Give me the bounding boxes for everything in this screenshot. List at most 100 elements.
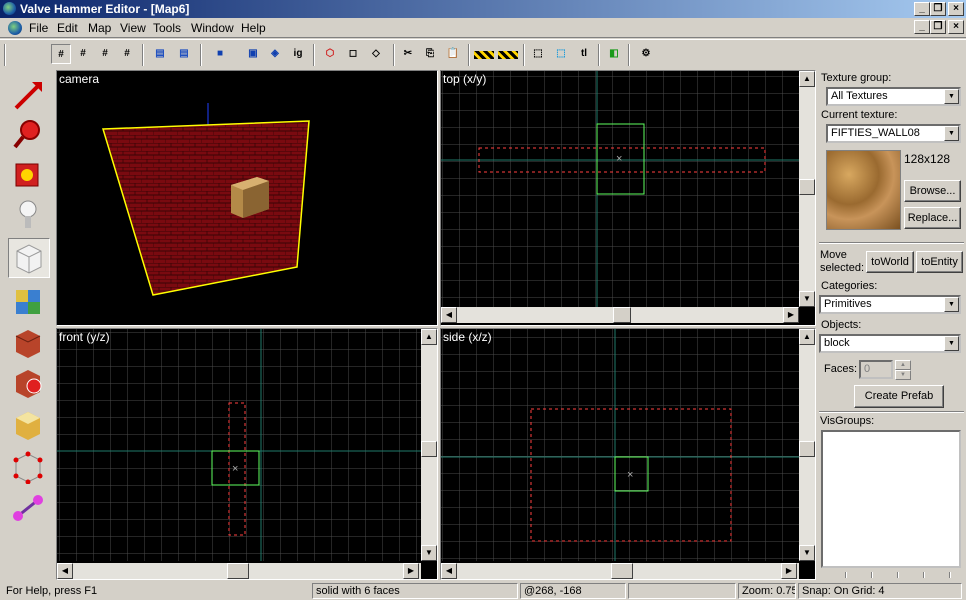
make-hollow-icon[interactable]: ◻ [343, 44, 363, 64]
faces-input[interactable]: 0 [859, 360, 893, 379]
clipping-tool-icon[interactable] [8, 404, 50, 444]
status-coordinates: @268, -168 [520, 583, 626, 599]
create-prefab-button[interactable]: Create Prefab [854, 385, 944, 408]
status-bar: For Help, press F1 solid with 6 faces @2… [0, 582, 966, 600]
front-viewport[interactable]: × front (y/z) ▲ ▼ ◀ ▶ [56, 328, 438, 580]
chevron-down-icon: ▼ [944, 297, 959, 312]
path-tool-icon[interactable] [8, 488, 50, 528]
carve-icon[interactable]: ⬡ [320, 44, 340, 64]
cut-icon[interactable]: ✂ [398, 44, 418, 64]
texture-size: 128x128 [904, 152, 951, 166]
faces-spin-up-icon[interactable]: ▲ [895, 360, 911, 370]
menu-map[interactable]: Map [88, 21, 111, 35]
side-viewport[interactable]: × side (x/z) ▲ ▼ ◀ ▶ [440, 328, 816, 580]
texture-scale-lock-icon[interactable] [498, 51, 518, 59]
ungroup-icon[interactable]: ▤ [174, 44, 194, 64]
current-texture-select[interactable]: FIFTIES_WALL08 ▼ [826, 124, 961, 143]
texture-group-select[interactable]: All Textures ▼ [826, 87, 961, 106]
camera-viewport[interactable]: camera [56, 70, 438, 326]
minimize-button[interactable]: _ [914, 2, 930, 16]
to-world-button[interactable]: toWorld [866, 251, 914, 273]
smaller-grid-icon[interactable]: # [95, 44, 115, 64]
grid-toggle-icon[interactable]: # [51, 44, 71, 64]
menu-view[interactable]: View [120, 21, 146, 35]
wireframe-box-icon[interactable]: ◇ [366, 44, 386, 64]
objects-label: Objects: [821, 319, 862, 331]
side-grid: × [441, 329, 799, 561]
block-tool-icon[interactable] [8, 238, 50, 278]
menu-window[interactable]: Window [191, 21, 234, 35]
menu-file[interactable]: File [29, 21, 48, 35]
selection-mode-icon[interactable]: ⬚ [551, 44, 571, 64]
copy-icon[interactable]: ⎘ [420, 44, 440, 64]
move-selected-label-line2: selected: [820, 262, 865, 274]
categories-label: Categories: [821, 280, 878, 292]
larger-grid-icon[interactable]: # [117, 44, 137, 64]
window-title: Valve Hammer Editor - [Map6] [20, 2, 190, 16]
svg-text:×: × [232, 463, 238, 475]
svg-text:×: × [616, 153, 622, 165]
group-icon[interactable]: ▤ [150, 44, 170, 64]
maximize-button[interactable]: ❐ [930, 2, 946, 16]
unhide-all-icon[interactable]: ◈ [265, 44, 285, 64]
mdi-minimize-button[interactable]: _ [914, 20, 930, 34]
top-grid: × [441, 71, 799, 307]
visgroups-buttons-row [821, 572, 961, 578]
chevron-down-icon: ▼ [944, 126, 959, 141]
top-viewport-label: top (x/y) [443, 72, 487, 86]
replace-button[interactable]: Replace... [904, 207, 961, 229]
front-vertical-scrollbar[interactable]: ▲ ▼ [421, 329, 437, 561]
flip-icon[interactable]: ◧ [604, 44, 624, 64]
chevron-down-icon: ▼ [944, 336, 959, 351]
document-icon[interactable] [8, 21, 22, 35]
to-entity-button[interactable]: toEntity [916, 251, 963, 273]
hide-selected-icon[interactable]: ■ [210, 44, 230, 64]
entity-tool-icon[interactable] [8, 196, 50, 236]
texture-lock-icon[interactable] [474, 51, 494, 59]
current-texture-label: Current texture: [821, 109, 898, 121]
magnify-tool-icon[interactable] [8, 116, 50, 156]
vertex-manipulation-icon[interactable] [8, 446, 50, 486]
mdi-restore-button[interactable]: ❐ [930, 20, 946, 34]
texture-application-tool-icon[interactable] [8, 282, 50, 322]
menu-bar: File Edit Map View Tools Window Help [0, 18, 966, 38]
front-horizontal-scrollbar[interactable]: ◀ ▶ [57, 563, 421, 579]
move-selected-label-line1: Move [820, 249, 847, 261]
faces-label: Faces: [824, 363, 858, 375]
faces-spin-down-icon[interactable]: ▼ [895, 370, 911, 380]
apply-current-texture-icon[interactable] [8, 322, 50, 362]
top-vertical-scrollbar[interactable]: ▲ ▼ [799, 71, 815, 307]
browse-button[interactable]: Browse... [904, 180, 961, 202]
ignore-groups-button[interactable]: ig [288, 44, 308, 64]
top-horizontal-scrollbar[interactable]: ◀ ▶ [441, 307, 799, 323]
menu-edit[interactable]: Edit [57, 21, 78, 35]
categories-select[interactable]: Primitives ▼ [819, 295, 961, 314]
paste-icon[interactable]: 📋 [443, 44, 463, 64]
status-selection-text: solid with 6 faces [312, 583, 518, 599]
front-grid: × [57, 329, 421, 561]
selection-tool-icon[interactable] [8, 76, 50, 116]
visgroups-label: VisGroups: [820, 415, 875, 427]
menu-tools[interactable]: Tools [153, 21, 181, 35]
status-zoom: Zoom: 0.75 [738, 583, 796, 599]
select-box-icon[interactable]: ⬚ [528, 44, 548, 64]
objects-select[interactable]: block ▼ [819, 334, 961, 353]
hide-unselected-icon[interactable]: ▣ [243, 44, 263, 64]
mdi-close-button[interactable]: × [948, 20, 964, 34]
texture-group-label: Texture group: [821, 72, 892, 84]
camera-tool-icon[interactable] [8, 156, 50, 196]
close-button[interactable]: × [948, 2, 964, 16]
status-help-text: For Help, press F1 [6, 585, 98, 597]
texture-lock-tl-button[interactable]: tl [574, 44, 594, 64]
menu-help[interactable]: Help [241, 21, 266, 35]
visgroups-list[interactable] [821, 430, 961, 568]
3d-grid-icon[interactable]: # [73, 44, 93, 64]
run-map-icon[interactable]: ⚙ [636, 44, 656, 64]
top-viewport[interactable]: × top (x/y) ▲ ▼ ◀ ▶ [440, 70, 816, 326]
side-vertical-scrollbar[interactable]: ▲ ▼ [799, 329, 815, 561]
toolbar: # # # # ▤ ▤ ■ ▣ ◈ ig ⬡ ◻ ◇ ✂ ⎘ 📋 ⬚ ⬚ tl … [0, 39, 966, 69]
decal-tool-icon[interactable] [8, 362, 50, 402]
status-blank [628, 583, 736, 599]
camera-render [102, 103, 310, 296]
side-horizontal-scrollbar[interactable]: ◀ ▶ [441, 563, 799, 579]
